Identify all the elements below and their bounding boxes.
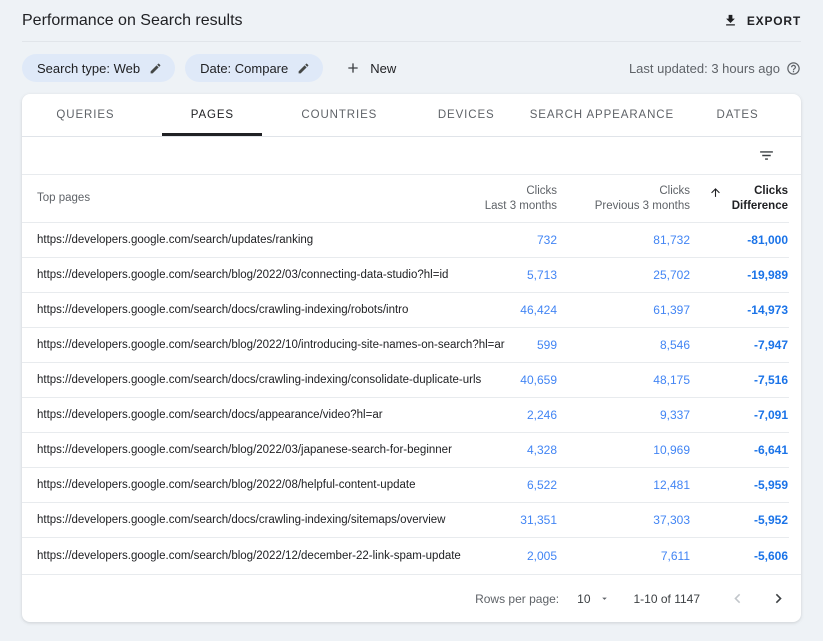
clicks-last-cell: 599 <box>427 338 557 352</box>
table-row[interactable]: https://developers.google.com/search/doc… <box>22 363 789 398</box>
page-title: Performance on Search results <box>22 12 243 30</box>
arrow-upward-icon <box>709 186 722 199</box>
last-updated-label: Last updated: 3 hours ago <box>629 61 780 76</box>
table-row[interactable]: https://developers.google.com/search/blo… <box>22 468 789 503</box>
clicks-last-cell: 31,351 <box>427 513 557 527</box>
table-row[interactable]: https://developers.google.com/search/blo… <box>22 433 789 468</box>
table-row[interactable]: https://developers.google.com/search/blo… <box>22 328 789 363</box>
clicks-last-cell: 2,005 <box>427 549 557 563</box>
page-url-cell[interactable]: https://developers.google.com/search/blo… <box>37 339 427 351</box>
table-filter-row <box>22 137 801 175</box>
tab-label: SEARCH APPEARANCE <box>530 109 674 121</box>
clicks-last-cell: 46,424 <box>427 303 557 317</box>
tab-label: PAGES <box>191 109 234 121</box>
clicks-previous-cell: 12,481 <box>557 478 690 492</box>
page-url-cell[interactable]: https://developers.google.com/search/doc… <box>37 374 427 386</box>
tab-label: DATES <box>717 109 759 121</box>
column-header-clicks-difference[interactable]: Clicks Difference <box>690 184 788 214</box>
help-icon[interactable] <box>786 61 801 76</box>
tab-label: QUERIES <box>56 109 114 121</box>
table-row[interactable]: https://developers.google.com/search/upd… <box>22 223 789 258</box>
clicks-previous-cell: 81,732 <box>557 233 690 247</box>
clicks-last-cell: 40,659 <box>427 373 557 387</box>
tab-label: COUNTRIES <box>301 109 377 121</box>
pagination-range-label: 1-10 of 1147 <box>634 592 701 606</box>
page-url-cell[interactable]: https://developers.google.com/search/doc… <box>37 514 427 526</box>
clicks-previous-cell: 10,969 <box>557 443 690 457</box>
clicks-previous-cell: 25,702 <box>557 268 690 282</box>
table-row[interactable]: https://developers.google.com/search/doc… <box>22 398 789 433</box>
clicks-previous-cell: 7,611 <box>557 549 690 563</box>
column-header-clicks-previous[interactable]: Clicks Previous 3 months <box>557 184 690 214</box>
download-icon <box>723 13 738 28</box>
clicks-last-cell: 4,328 <box>427 443 557 457</box>
export-label: EXPORT <box>747 14 801 28</box>
clicks-difference-cell: -7,091 <box>690 408 788 422</box>
page-url-cell[interactable]: https://developers.google.com/search/blo… <box>37 269 427 281</box>
data-table: Top pages Clicks Last 3 months Clicks Pr… <box>22 175 789 574</box>
table-row[interactable]: https://developers.google.com/search/doc… <box>22 503 789 538</box>
date-compare-chip[interactable]: Date: Compare <box>185 54 323 82</box>
plus-icon <box>345 60 361 76</box>
page-url-cell[interactable]: https://developers.google.com/search/doc… <box>37 409 427 421</box>
clicks-difference-cell: -14,973 <box>690 303 788 317</box>
clicks-difference-cell: -7,516 <box>690 373 788 387</box>
page-url-cell[interactable]: https://developers.google.com/search/doc… <box>37 304 427 316</box>
pencil-icon <box>149 62 162 75</box>
export-button[interactable]: EXPORT <box>723 13 801 28</box>
rows-per-page-value[interactable]: 10 <box>577 592 590 606</box>
page-url-cell[interactable]: https://developers.google.com/search/upd… <box>37 234 427 246</box>
tab-pages[interactable]: PAGES <box>149 94 276 136</box>
clicks-last-cell: 6,522 <box>427 478 557 492</box>
caret-down-icon[interactable] <box>599 593 610 604</box>
column-header-clicks-last[interactable]: Clicks Last 3 months <box>427 184 557 214</box>
filter-bar: Search type: Web Date: Compare New Last … <box>0 42 823 94</box>
page-url-cell[interactable]: https://developers.google.com/search/blo… <box>37 444 427 456</box>
clicks-last-cell: 2,246 <box>427 408 557 422</box>
table-header-row: Top pages Clicks Last 3 months Clicks Pr… <box>22 175 789 223</box>
clicks-previous-cell: 8,546 <box>557 338 690 352</box>
clicks-difference-cell: -5,606 <box>690 549 788 563</box>
new-filter-label: New <box>370 61 396 76</box>
clicks-last-cell: 732 <box>427 233 557 247</box>
clicks-difference-cell: -5,959 <box>690 478 788 492</box>
filter-list-icon[interactable] <box>758 147 775 164</box>
clicks-previous-cell: 37,303 <box>557 513 690 527</box>
date-compare-chip-label: Date: Compare <box>200 61 288 76</box>
clicks-previous-cell: 9,337 <box>557 408 690 422</box>
table-row[interactable]: https://developers.google.com/search/blo… <box>22 538 789 573</box>
tab-search-appearance[interactable]: SEARCH APPEARANCE <box>530 94 674 136</box>
table-row[interactable]: https://developers.google.com/search/blo… <box>22 258 789 293</box>
tab-label: DEVICES <box>438 109 495 121</box>
tab-dates[interactable]: DATES <box>674 94 801 136</box>
tab-queries[interactable]: QUERIES <box>22 94 149 136</box>
new-filter-button[interactable]: New <box>345 60 396 76</box>
tab-devices[interactable]: DEVICES <box>403 94 530 136</box>
tab-countries[interactable]: COUNTRIES <box>276 94 403 136</box>
column-header-top-pages[interactable]: Top pages <box>37 191 427 206</box>
clicks-difference-cell: -6,641 <box>690 443 788 457</box>
clicks-previous-cell: 48,175 <box>557 373 690 387</box>
performance-table-card: QUERIES PAGES COUNTRIES DEVICES SEARCH A… <box>22 94 801 622</box>
clicks-difference-cell: -19,989 <box>690 268 788 282</box>
clicks-difference-cell: -7,947 <box>690 338 788 352</box>
last-updated: Last updated: 3 hours ago <box>629 61 801 76</box>
pencil-icon <box>297 62 310 75</box>
rows-per-page-label: Rows per page: <box>475 592 559 606</box>
page-url-cell[interactable]: https://developers.google.com/search/blo… <box>37 479 427 491</box>
chevron-right-icon[interactable] <box>769 589 788 608</box>
table-row[interactable]: https://developers.google.com/search/doc… <box>22 293 789 328</box>
table-body: https://developers.google.com/search/upd… <box>22 223 789 573</box>
search-type-chip[interactable]: Search type: Web <box>22 54 175 82</box>
top-bar: Performance on Search results EXPORT <box>22 0 801 42</box>
clicks-difference-cell: -5,952 <box>690 513 788 527</box>
clicks-last-cell: 5,713 <box>427 268 557 282</box>
clicks-difference-cell: -81,000 <box>690 233 788 247</box>
dimension-tabs: QUERIES PAGES COUNTRIES DEVICES SEARCH A… <box>22 94 801 137</box>
page-url-cell[interactable]: https://developers.google.com/search/blo… <box>37 550 427 562</box>
chevron-left-icon[interactable] <box>728 589 747 608</box>
table-pagination: Rows per page: 10 1-10 of 1147 <box>22 574 801 622</box>
clicks-previous-cell: 61,397 <box>557 303 690 317</box>
search-type-chip-label: Search type: Web <box>37 61 140 76</box>
